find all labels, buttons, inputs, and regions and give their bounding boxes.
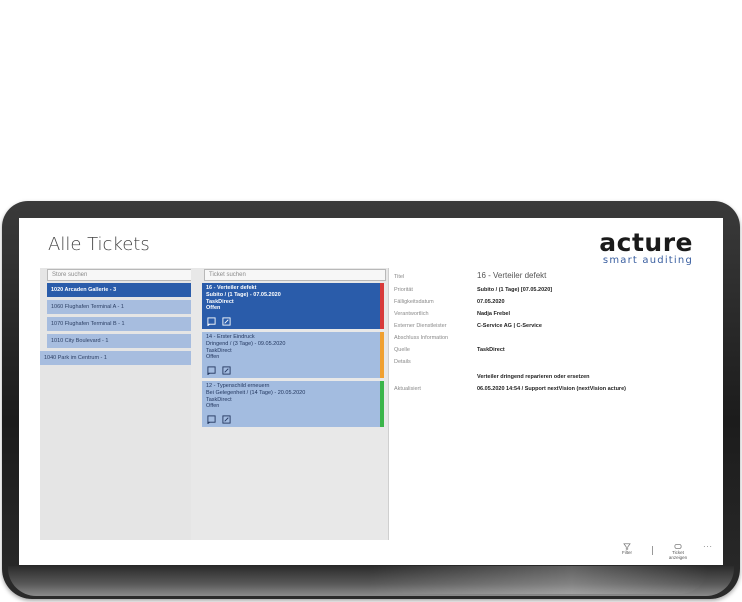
priority-indicator <box>380 283 384 329</box>
detail-label: Verantwortlich <box>394 311 429 317</box>
edit-icon[interactable] <box>222 317 231 326</box>
ticket-card[interactable]: 14 - Erster Eindruck Dringend / (3 Tage)… <box>202 332 384 378</box>
edit-icon[interactable] <box>222 366 231 375</box>
detail-details-text: Verteiler dringend reparieren oder erset… <box>477 374 590 380</box>
tablet-bottom-edge <box>8 566 734 596</box>
logo-wordmark: acture <box>599 228 693 257</box>
detail-label-title: Titel <box>394 274 405 280</box>
show-ticket-button[interactable]: Ticket anzeigen <box>665 543 691 560</box>
ticket-status: Offen <box>206 354 220 361</box>
ticket-assignee: TaskDirect <box>206 396 232 403</box>
more-options-button[interactable]: ··· <box>703 542 713 551</box>
store-item[interactable]: 1020 Arcaden Gallerie - 3 <box>47 283 197 297</box>
page-title: Alle Tickets <box>48 234 150 255</box>
logo-tagline: smart auditing <box>602 255 693 266</box>
detail-label: Fälligkeitsdatum <box>394 299 434 305</box>
detail-value: TaskDirect <box>477 347 505 353</box>
message-icon[interactable] <box>207 415 216 424</box>
message-icon[interactable] <box>207 366 216 375</box>
detail-label-updated: Aktualisiert <box>394 386 421 392</box>
store-search-input[interactable]: Store suchen <box>47 269 197 281</box>
detail-title: 16 - Verteiler defekt <box>477 271 547 280</box>
ticket-card[interactable]: 12 - Typenschild erneuern Bei Gelegenhei… <box>202 381 384 427</box>
ticket-priority: Bei Gelegenheit / (14 Tage) - 20.05.2020 <box>206 389 306 396</box>
ticket-assignee: TaskDirect <box>206 298 234 305</box>
detail-value: Nadja Frebel <box>477 311 511 317</box>
stores-panel: Store suchen 1020 Arcaden Gallerie - 3 1… <box>40 268 197 540</box>
tablet-shine <box>368 566 708 594</box>
ticket-assignee: TaskDirect <box>206 347 232 354</box>
priority-indicator <box>380 381 384 427</box>
filter-label: Filter <box>622 550 632 555</box>
command-separator <box>652 546 653 555</box>
store-item[interactable]: 1060 Flughafen Terminal A - 1 <box>47 300 197 314</box>
detail-label: Externer Dienstleister <box>394 323 447 329</box>
detail-updated: 06.05.2020 14:54 / Support nextVision (n… <box>477 386 626 392</box>
acture-logo: acture smart auditing <box>559 228 709 267</box>
ticket-title: 14 - Erster Eindruck <box>206 334 255 340</box>
edit-icon[interactable] <box>222 415 231 424</box>
detail-value: 07.05.2020 <box>477 299 505 305</box>
ticket-priority: Subito / (1 Tage) - 07.05.2020 <box>206 291 281 298</box>
ticket-title: 16 - Verteiler defekt <box>206 285 257 291</box>
detail-value: C-Service AG | C-Service <box>477 323 542 329</box>
show-ticket-label-2: anzeigen <box>668 555 688 560</box>
detail-label: Priorität <box>394 287 413 293</box>
priority-indicator <box>380 332 384 378</box>
filter-icon <box>623 543 631 550</box>
ticket-title: 12 - Typenschild erneuern <box>206 383 270 389</box>
detail-value: Subito / (1 Tage) [07.05.2020] <box>477 287 553 293</box>
message-icon[interactable] <box>207 317 216 326</box>
ticket-card[interactable]: 16 - Verteiler defekt Subito / (1 Tage) … <box>202 283 384 329</box>
app-screen: Alle Tickets acture smart auditing Store… <box>19 218 723 565</box>
detail-label: Details <box>394 359 411 365</box>
ticket-priority: Dringend / (3 Tage) - 09.05.2020 <box>206 340 286 347</box>
detail-label: Abschluss Information <box>394 335 449 341</box>
detail-label: Quelle <box>394 347 410 353</box>
ticket-search-input[interactable]: Ticket suchen <box>204 269 386 281</box>
ticket-details-panel: Titel 16 - Verteiler defekt Priorität Su… <box>389 268 723 540</box>
tickets-panel: Ticket suchen 16 - Verteiler defekt Subi… <box>191 268 389 540</box>
ticket-status: Offen <box>206 403 220 410</box>
ticket-status: Offen <box>206 305 221 312</box>
filter-button[interactable]: Filter <box>614 543 640 555</box>
command-bar: Filter Ticket anzeigen ··· <box>19 541 723 565</box>
store-item[interactable]: 1010 City Boulevard - 1 <box>47 334 197 348</box>
store-item[interactable]: 1070 Flughafen Terminal B - 1 <box>47 317 197 331</box>
store-item[interactable]: 1040 Park im Centrum - 1 <box>40 351 197 365</box>
ticket-icon <box>674 544 682 549</box>
